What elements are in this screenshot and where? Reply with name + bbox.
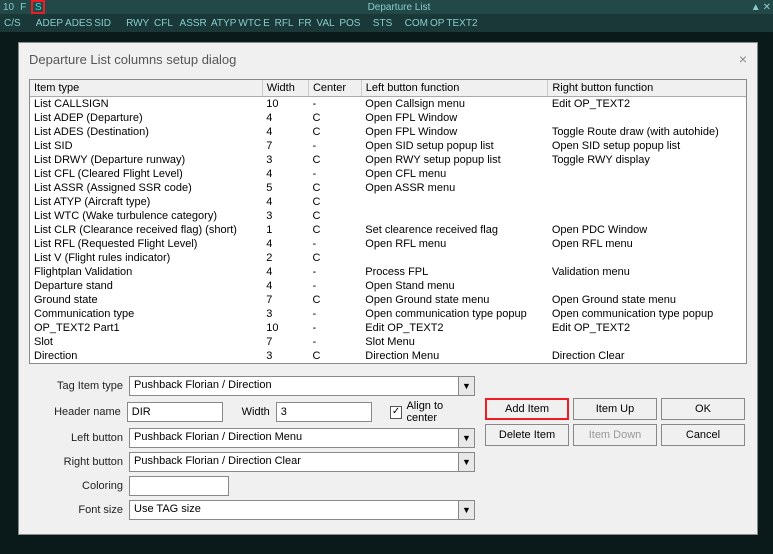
left-button-label: Left button (29, 432, 129, 444)
chevron-down-icon[interactable]: ▼ (458, 377, 474, 395)
column-header-item[interactable]: TEXT2 (446, 18, 477, 29)
right-button-combo[interactable]: Pushback Florian / Direction Clear ▼ (129, 452, 475, 472)
header-name-input[interactable] (127, 402, 223, 422)
dialog-title: Departure List columns setup dialog (29, 52, 236, 67)
table-row[interactable]: List DRWY (Departure runway)3COpen RWY s… (30, 153, 746, 167)
th-center[interactable]: Center (308, 80, 361, 97)
cancel-button[interactable]: Cancel (661, 424, 745, 446)
column-header-item[interactable]: FR (296, 18, 312, 29)
width-label: Width (223, 406, 276, 418)
column-header-item[interactable]: POS (337, 18, 361, 29)
column-header-item[interactable] (362, 18, 370, 29)
table-row[interactable]: List ADEP (Departure)4COpen FPL Window (30, 111, 746, 125)
th-width[interactable]: Width (262, 80, 308, 97)
column-header-item[interactable]: WTC (238, 18, 261, 29)
column-header-item[interactable]: ADEP (36, 18, 63, 29)
column-header-item[interactable]: ASSR (177, 18, 206, 29)
item-down-button: Item Down (573, 424, 657, 446)
departure-list-titlebar: 10 F S Departure List ▲ ✕ C/S ADEPADESSI… (0, 0, 773, 32)
columns-table: Item type Width Center Left button funct… (30, 80, 746, 363)
column-header-item[interactable]: RWY (126, 18, 149, 29)
left-button-combo[interactable]: Pushback Florian / Direction Menu ▼ (129, 428, 475, 448)
th-left[interactable]: Left button function (361, 80, 548, 97)
column-header-item[interactable] (394, 18, 402, 29)
ok-button[interactable]: OK (661, 398, 745, 420)
table-row[interactable]: Flightplan Validation4-Process FPLValida… (30, 265, 746, 279)
coloring-label: Coloring (29, 480, 129, 492)
column-header-item[interactable]: CFL (151, 18, 175, 29)
table-row[interactable]: Direction3CDirection MenuDirection Clear (30, 349, 746, 363)
tag-item-type-label: Tag Item type (29, 380, 129, 392)
menu-num: 10 (0, 2, 17, 13)
table-row[interactable]: List ATYP (Aircraft type)4C (30, 195, 746, 209)
column-header-item[interactable]: RFL (272, 18, 294, 29)
chevron-down-icon[interactable]: ▼ (458, 453, 474, 471)
table-row[interactable]: Slot7-Slot Menu (30, 335, 746, 349)
column-header-item[interactable]: ATYP (209, 18, 237, 29)
table-row[interactable]: Departure stand4-Open Stand menu (30, 279, 746, 293)
close-icon[interactable]: ✕ (763, 2, 771, 13)
departure-list-title: Departure List (47, 2, 750, 13)
table-row[interactable]: Communication type3-Open communication t… (30, 307, 746, 321)
menu-s-highlight[interactable]: S (31, 0, 45, 14)
right-button-label: Right button (29, 456, 129, 468)
coloring-swatch[interactable] (129, 476, 229, 496)
chevron-down-icon[interactable]: ▼ (458, 429, 474, 447)
column-header-item[interactable]: ADES (65, 18, 92, 29)
column-header-item[interactable]: E (263, 18, 270, 29)
width-input[interactable] (276, 402, 372, 422)
minimize-icon[interactable]: ▲ (751, 2, 761, 13)
column-header-item[interactable] (113, 18, 124, 29)
table-row[interactable]: List V (Flight rules indicator)2C (30, 251, 746, 265)
table-row[interactable]: Ground state7COpen Ground state menuOpen… (30, 293, 746, 307)
table-row[interactable]: List CALLSIGN10-Open Callsign menuEdit O… (30, 97, 746, 112)
chevron-down-icon[interactable]: ▼ (458, 501, 474, 519)
th-item[interactable]: Item type (30, 80, 262, 97)
header-name-label: Header name (29, 406, 127, 418)
column-header-item[interactable]: COM (405, 18, 428, 29)
table-row[interactable]: List ASSR (Assigned SSR code)5COpen ASSR… (30, 181, 746, 195)
column-header-item[interactable]: STS (373, 18, 392, 29)
columns-setup-dialog: Departure List columns setup dialog × It… (18, 42, 758, 535)
column-header-item[interactable]: VAL (314, 18, 335, 29)
table-row[interactable]: List CLR (Clearance received flag) (shor… (30, 223, 746, 237)
item-up-button[interactable]: Item Up (573, 398, 657, 420)
add-item-button[interactable]: Add Item (485, 398, 569, 420)
column-header-item[interactable] (23, 18, 34, 29)
table-row[interactable]: List SID7-Open SID setup popup listOpen … (30, 139, 746, 153)
table-row[interactable]: List RFL (Requested Flight Level)4-Open … (30, 237, 746, 251)
th-right[interactable]: Right button function (548, 80, 746, 97)
menu-r: F (17, 2, 29, 13)
align-center-label: Align to center (406, 400, 475, 424)
column-header-strip: C/S ADEPADESSID RWY CFL ASSR ATYPWTCE RF… (0, 14, 773, 32)
table-row[interactable]: OP_TEXT2 Part110-Edit OP_TEXT2Edit OP_TE… (30, 321, 746, 335)
column-header-item[interactable]: SID (94, 18, 111, 29)
align-center-checkbox[interactable]: ✓ (390, 406, 403, 419)
table-row[interactable]: List ADES (Destination)4COpen FPL Window… (30, 125, 746, 139)
delete-item-button[interactable]: Delete Item (485, 424, 569, 446)
dialog-close-icon[interactable]: × (739, 51, 747, 67)
font-size-label: Font size (29, 504, 129, 516)
column-header-item[interactable]: OP (430, 18, 444, 29)
tag-item-type-combo[interactable]: Pushback Florian / Direction ▼ (129, 376, 475, 396)
column-header-item[interactable]: C/S (4, 18, 21, 29)
table-row[interactable]: List CFL (Cleared Flight Level)4-Open CF… (30, 167, 746, 181)
table-row[interactable]: List WTC (Wake turbulence category)3C (30, 209, 746, 223)
font-size-combo[interactable]: Use TAG size ▼ (129, 500, 475, 520)
